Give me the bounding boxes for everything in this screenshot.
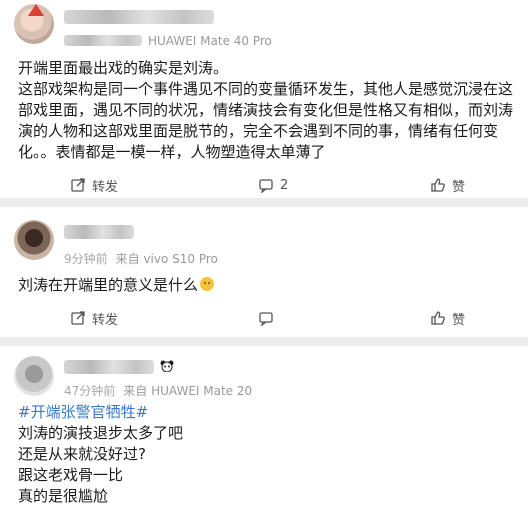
blurred-username[interactable]	[64, 10, 214, 24]
post-paragraph-line: 刘涛在开端里的意义是什么	[18, 275, 516, 296]
post-content: #开端张警官牺牲# 刘涛的演技退步太多了吧 还是从来就没好过? 跟这老戏骨一比 …	[18, 402, 516, 507]
post-paragraph: 开端里面最出戏的确实是刘涛。	[18, 59, 229, 77]
avatar[interactable]	[14, 220, 54, 260]
like-label: 赞	[452, 312, 466, 328]
post-paragraph: 真的是很尴尬	[18, 487, 109, 505]
comment-icon	[259, 312, 273, 326]
panda-icon	[160, 360, 174, 372]
post-actions: 转发 赞	[0, 307, 528, 329]
post-time: 9分钟前	[64, 252, 108, 266]
repost-button[interactable]: 转发	[70, 174, 118, 196]
post-meta: 9分钟前 来自 vivo S10 Pro	[64, 250, 218, 267]
comment-count: 2	[280, 177, 289, 193]
repost-icon	[71, 178, 85, 192]
repost-icon	[71, 311, 85, 325]
repost-label: 转发	[92, 179, 119, 195]
post-paragraph: 跟这老戏骨一比	[18, 466, 124, 484]
like-button[interactable]: 赞	[430, 307, 465, 329]
comment-icon	[259, 179, 273, 193]
post-meta: 47分钟前 来自 HUAWEI Mate 20	[64, 382, 252, 399]
post-paragraph: 刘涛在开端里的意义是什么	[18, 276, 199, 294]
post-content: 开端里面最出戏的确实是刘涛。 这部戏架构是同一个事件遇见不同的变量循环发生，其他…	[18, 58, 516, 163]
like-icon	[431, 178, 445, 192]
post-time: 47分钟前	[64, 384, 116, 398]
repost-button[interactable]: 转发	[70, 307, 118, 329]
post-content: 刘涛在开端里的意义是什么	[18, 275, 516, 296]
topic-hashtag-link[interactable]: #开端张警官牺牲#	[18, 403, 148, 421]
like-icon	[431, 311, 445, 325]
comment-button[interactable]: 2	[258, 174, 288, 196]
repost-label: 转发	[92, 312, 119, 328]
post-actions: 转发 2 赞	[0, 174, 528, 196]
avatar[interactable]	[14, 356, 54, 396]
blurred-username[interactable]	[64, 360, 154, 374]
post-source: HUAWEI Mate 40 Pro	[148, 34, 272, 48]
blurred-time	[64, 35, 142, 46]
post-card-3: 47分钟前 来自 HUAWEI Mate 20 #开端张警官牺牲# 刘涛的演技退步…	[0, 346, 528, 514]
post-paragraph: 还是从来就没好过?	[18, 445, 146, 463]
like-button[interactable]: 赞	[430, 174, 465, 196]
avatar[interactable]	[14, 4, 54, 44]
sweat-smile-emoji-icon	[200, 277, 215, 291]
like-label: 赞	[452, 179, 466, 195]
post-paragraph: 这部戏架构是同一个事件遇见不同的变量循环发生，其他人是感觉沉浸在这部戏里面，遇见…	[18, 80, 514, 161]
post-paragraph: 刘涛的演技退步太多了吧	[18, 424, 184, 442]
post-card-1: HUAWEI Mate 40 Pro 开端里面最出戏的确实是刘涛。 这部戏架构是…	[0, 0, 528, 198]
post-meta: HUAWEI Mate 40 Pro	[64, 34, 272, 48]
post-source: 来自 vivo S10 Pro	[115, 252, 218, 266]
post-card-2: 9分钟前 来自 vivo S10 Pro 刘涛在开端里的意义是什么 转发 赞	[0, 207, 528, 337]
post-topic-line: #开端张警官牺牲#	[18, 402, 516, 423]
santa-hat-icon	[28, 4, 44, 16]
post-source: 来自 HUAWEI Mate 20	[123, 384, 253, 398]
comment-button[interactable]	[258, 307, 280, 329]
blurred-username[interactable]	[64, 225, 134, 239]
